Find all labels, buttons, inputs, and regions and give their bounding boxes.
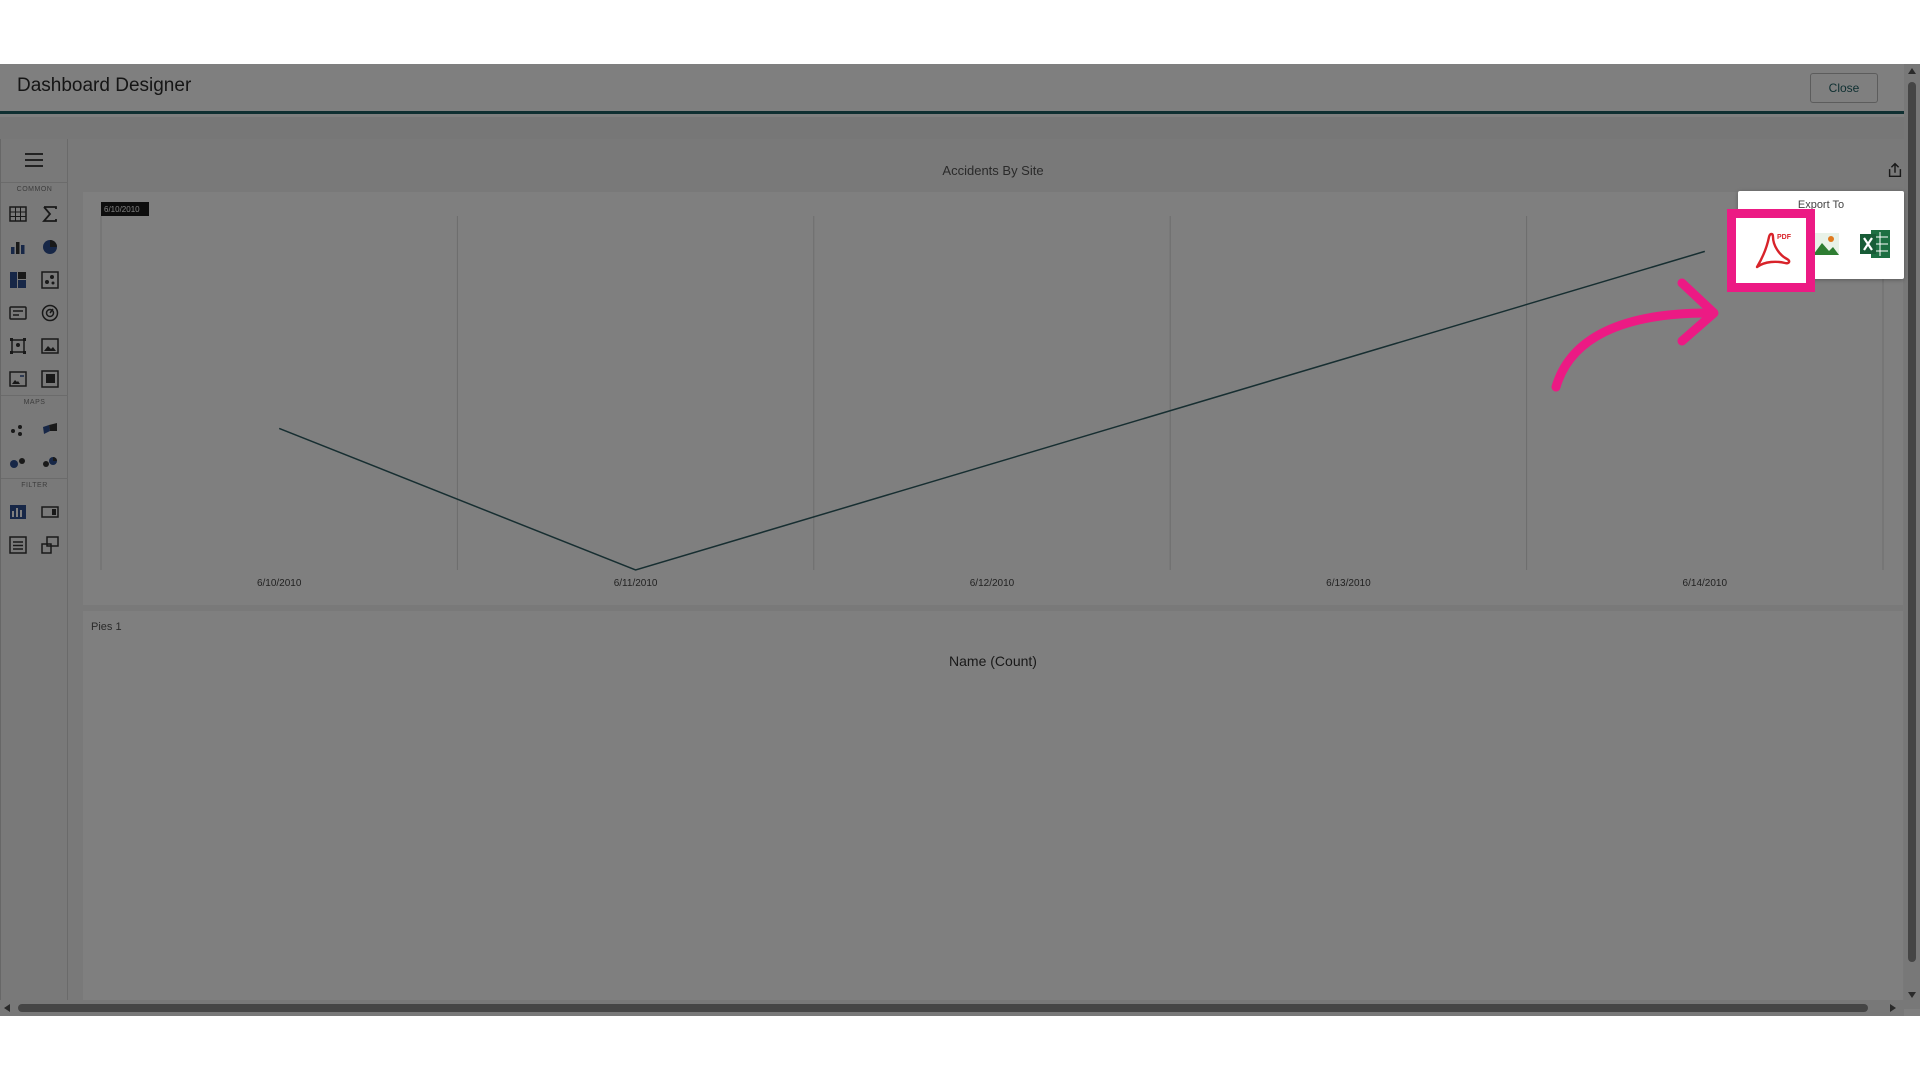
choropleth-map-icon[interactable]	[39, 419, 61, 441]
treemap-widget-icon[interactable]	[7, 269, 29, 291]
grid-widget-icon[interactable]	[7, 203, 29, 225]
dashboard-canvas: Accidents By Site 6/10/2010 6/11/2010 6/12…	[68, 139, 1906, 1011]
pie-chart-title: Name (Count)	[949, 653, 1037, 669]
close-button[interactable]: Close	[1810, 73, 1878, 103]
line-chart: 6/10/2010 6/11/2010 6/12/2010 6/13/2010 6/14…	[100, 202, 1884, 589]
hamburger-menu-icon[interactable]	[25, 153, 43, 167]
pie-chart-widget-icon[interactable]	[39, 236, 61, 258]
horizontal-scroll-thumb[interactable]	[18, 1004, 1868, 1012]
scroll-down-icon[interactable]	[1908, 992, 1916, 998]
toolbar-strip	[0, 117, 1904, 139]
export-icon[interactable]	[1886, 161, 1906, 181]
title-bar: Dashboard Designer Close	[0, 64, 1904, 114]
chart-series-line	[278, 250, 1706, 571]
vertical-scrollbar[interactable]	[1904, 64, 1920, 1009]
window-title: Dashboard Designer	[17, 75, 192, 96]
bar-chart-widget-icon[interactable]	[7, 236, 29, 258]
line-chart-panel: 6/10/2010 6/11/2010 6/12/2010 6/13/2010 6/14…	[83, 192, 1903, 605]
combo-filter-icon[interactable]	[39, 501, 61, 523]
excel-export-icon[interactable]	[1855, 221, 1895, 267]
geo-point-map-icon[interactable]	[7, 419, 29, 441]
bubble-map-icon[interactable]	[7, 451, 29, 473]
chart-x-tick-label: 6/12/2010	[970, 578, 1015, 589]
pie-chart-panel: Pies 1 Name (Count)	[83, 611, 1903, 1011]
pie-map-icon[interactable]	[39, 451, 61, 473]
chart-x-tick-label: 6/13/2010	[1326, 578, 1371, 589]
sidebar-section-filter: FILTER	[1, 478, 68, 489]
pdf-export-button[interactable]: PDF	[1727, 209, 1815, 292]
card-widget-icon[interactable]	[7, 302, 29, 324]
chart-tooltip-label: 6/10/2010	[104, 205, 140, 214]
vertical-scroll-thumb[interactable]	[1908, 82, 1916, 962]
chart-x-tick-label: 6/10/2010	[257, 578, 302, 589]
text-image-widget-icon[interactable]	[7, 368, 29, 390]
bound-image-widget-icon[interactable]	[7, 335, 29, 357]
dashboard-designer-window: Dashboard Designer Close COMMON MAPS FIL…	[0, 64, 1920, 1016]
group-widget-icon[interactable]	[39, 368, 61, 390]
sigma-widget-icon[interactable]	[39, 203, 61, 225]
sidebar-section-common: COMMON	[1, 182, 68, 193]
sidebar-section-maps: MAPS	[1, 395, 68, 406]
svg-text:PDF: PDF	[1777, 234, 1792, 241]
tree-filter-icon[interactable]	[39, 534, 61, 556]
widget-sidebar: COMMON MAPS FILTER	[0, 139, 68, 1009]
scroll-right-icon[interactable]	[1890, 1004, 1896, 1012]
image-widget-icon[interactable]	[39, 335, 61, 357]
scatter-widget-icon[interactable]	[39, 269, 61, 291]
chart-title: Accidents By Site	[942, 163, 1044, 178]
list-filter-icon[interactable]	[7, 534, 29, 556]
horizontal-scrollbar[interactable]	[0, 1000, 1904, 1016]
chart-x-tick-label: 6/11/2010	[614, 578, 658, 589]
range-filter-icon[interactable]	[7, 501, 29, 523]
gauge-widget-icon[interactable]	[39, 302, 61, 324]
scroll-left-icon[interactable]	[4, 1004, 10, 1012]
scroll-up-icon[interactable]	[1908, 68, 1916, 74]
chart-x-tick-label: 6/14/2010	[1683, 578, 1728, 589]
pie-panel-label: Pies 1	[91, 621, 122, 633]
pdf-icon: PDF	[1755, 232, 1792, 268]
